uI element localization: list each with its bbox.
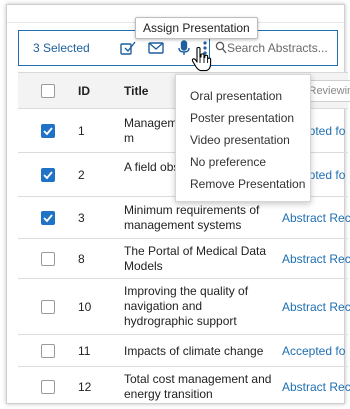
row-id: 11 xyxy=(78,344,91,358)
check-icon[interactable] xyxy=(119,39,137,57)
row-title[interactable]: Impacts of climate change xyxy=(124,344,274,359)
row-checkbox[interactable] xyxy=(41,168,55,182)
search-input[interactable] xyxy=(227,38,335,58)
row-status[interactable]: Abstract Rec xyxy=(282,300,350,314)
row-id: 8 xyxy=(78,252,85,266)
row-status[interactable]: Abstract Rec xyxy=(282,380,350,394)
row-title[interactable]: Improving the quality of navigation and … xyxy=(124,284,274,329)
row-checkbox[interactable] xyxy=(41,252,55,266)
presentation-menu: Oral presentation Poster presentation Vi… xyxy=(175,74,311,202)
abstracts-table: ID Title Filter Reviewing Status 1 Manag… xyxy=(18,72,350,401)
hand-cursor-icon xyxy=(190,46,212,72)
menu-item-no-preference[interactable]: No preference xyxy=(176,151,310,173)
row-status[interactable]: Accepted fo xyxy=(282,344,345,358)
row-checkbox[interactable] xyxy=(41,211,55,225)
menu-item-remove-presentation[interactable]: Remove Presentation xyxy=(176,173,310,195)
menu-item-oral[interactable]: Oral presentation xyxy=(176,85,310,107)
row-id: 10 xyxy=(78,300,92,314)
row-checkbox[interactable] xyxy=(41,300,55,314)
select-all-checkbox[interactable] xyxy=(41,84,55,98)
table-row[interactable]: 10 Improving the quality of navigation a… xyxy=(18,279,350,335)
row-status[interactable]: Abstract Rec xyxy=(282,252,350,266)
row-id: 2 xyxy=(78,168,85,182)
table-row[interactable]: 12 Total cost management and energy tran… xyxy=(18,367,350,407)
header-id[interactable]: ID xyxy=(78,84,90,98)
assign-presentation-tooltip: Assign Presentation xyxy=(135,17,258,39)
row-checkbox[interactable] xyxy=(41,380,55,394)
row-title[interactable]: Minimum requirements of management syste… xyxy=(124,203,274,233)
row-checkbox[interactable] xyxy=(41,344,55,358)
row-checkbox[interactable] xyxy=(41,124,55,138)
selected-count: 3 Selected xyxy=(33,41,90,55)
row-status[interactable]: Abstract Rec xyxy=(282,211,350,225)
search-icon xyxy=(215,41,227,55)
table-row[interactable]: 8 The Portal of Medical Data Models Abst… xyxy=(18,239,350,279)
table-row[interactable]: 3 Minimum requirements of management sys… xyxy=(18,197,350,239)
row-id: 1 xyxy=(78,124,85,138)
row-title[interactable]: The Portal of Medical Data Models xyxy=(124,244,274,274)
menu-item-poster[interactable]: Poster presentation xyxy=(176,107,310,129)
menu-item-video[interactable]: Video presentation xyxy=(176,129,310,151)
row-id: 12 xyxy=(78,380,92,394)
table-row[interactable]: 11 Impacts of climate change Accepted fo xyxy=(18,335,348,367)
row-title[interactable]: Total cost management and energy transit… xyxy=(124,372,274,402)
mail-icon[interactable] xyxy=(147,39,165,57)
row-id: 3 xyxy=(78,211,85,225)
